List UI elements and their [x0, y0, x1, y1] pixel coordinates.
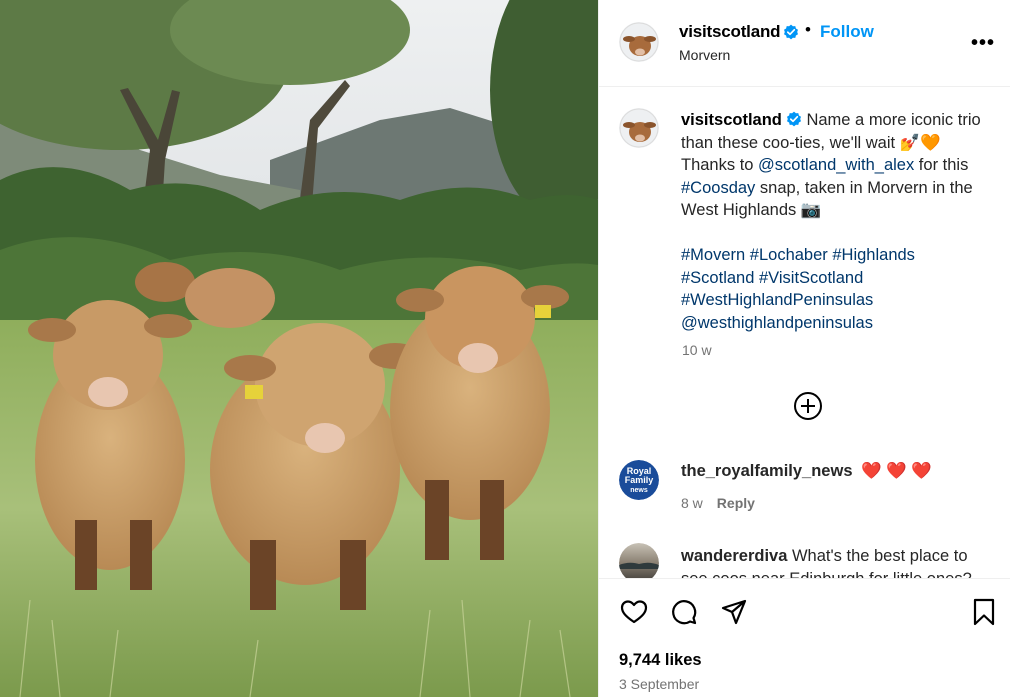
username-link[interactable]: visitscotland — [679, 22, 781, 42]
post-photo[interactable] — [0, 0, 598, 697]
caption-timestamp[interactable]: 10 w — [682, 342, 712, 358]
post-date[interactable]: 3 September — [619, 676, 699, 692]
hashtag-link[interactable]: #Lochaber — [750, 246, 828, 264]
highland-calves-photo — [0, 0, 598, 697]
hashtag-link[interactable]: #VisitScotland — [759, 269, 863, 287]
location-link[interactable]: Morvern — [679, 47, 730, 63]
share-icon[interactable] — [719, 597, 749, 627]
likes-count[interactable]: 9,744 likes — [619, 651, 702, 670]
verified-badge-icon — [784, 24, 798, 40]
reply-button[interactable]: Reply — [717, 495, 755, 511]
bookmark-icon[interactable] — [969, 597, 999, 627]
commenter-avatar[interactable] — [619, 543, 659, 583]
caption-username[interactable]: visitscotland — [681, 111, 782, 129]
post-header: visitscotland • Follow Morvern ••• — [599, 0, 1010, 87]
commenter-avatar[interactable]: Royal Family news — [619, 460, 659, 500]
avatar-logo-text: news — [630, 487, 648, 494]
hashtag-link[interactable]: #Scotland — [681, 269, 754, 287]
comment-text: ❤️ ❤️ ❤️ — [861, 462, 932, 480]
hashtag-link[interactable]: #Movern — [681, 246, 745, 264]
comment-timestamp[interactable]: 8 w — [681, 495, 703, 511]
heart-icon[interactable] — [619, 597, 649, 627]
follow-button[interactable]: Follow — [820, 22, 874, 42]
hashtag-line: #WestHighlandPeninsulas — [681, 289, 987, 312]
verified-badge-icon — [786, 111, 801, 127]
comment-username[interactable]: wandererdiva — [681, 547, 787, 565]
load-more-comments-icon[interactable] — [793, 391, 823, 421]
comment-icon[interactable] — [669, 597, 699, 627]
mention-link[interactable]: @westhighlandpeninsulas — [681, 314, 873, 332]
post-detail-panel: visitscotland • Follow Morvern ••• visit… — [598, 0, 1010, 697]
hashtag-link[interactable]: #WestHighlandPeninsulas — [681, 291, 873, 309]
hashtag-line: #Scotland #VisitScotland — [681, 267, 987, 290]
post-actions-bar: 9,744 likes 3 September — [599, 578, 1010, 697]
caption-text-2: for this — [914, 156, 969, 174]
mention-link[interactable]: @scotland_with_alex — [758, 156, 914, 174]
comment-row: the_royalfamily_news ❤️ ❤️ ❤️ — [681, 462, 932, 481]
profile-avatar[interactable] — [619, 22, 659, 62]
separator-dot: • — [805, 20, 811, 39]
comment-meta: 8 w Reply — [681, 495, 755, 511]
hashtag-link[interactable]: #Highlands — [832, 246, 915, 264]
avatar-logo-text: Family — [625, 475, 654, 485]
comment-username[interactable]: the_royalfamily_news — [681, 462, 853, 480]
more-options-icon[interactable]: ••• — [971, 33, 995, 53]
hashtag-line: #Movern #Lochaber #Highlands — [681, 244, 987, 267]
post-caption: visitscotland Name a more iconic trio th… — [681, 109, 987, 334]
caption-avatar[interactable] — [619, 108, 659, 148]
hashtag-link[interactable]: #Coosday — [681, 179, 755, 197]
